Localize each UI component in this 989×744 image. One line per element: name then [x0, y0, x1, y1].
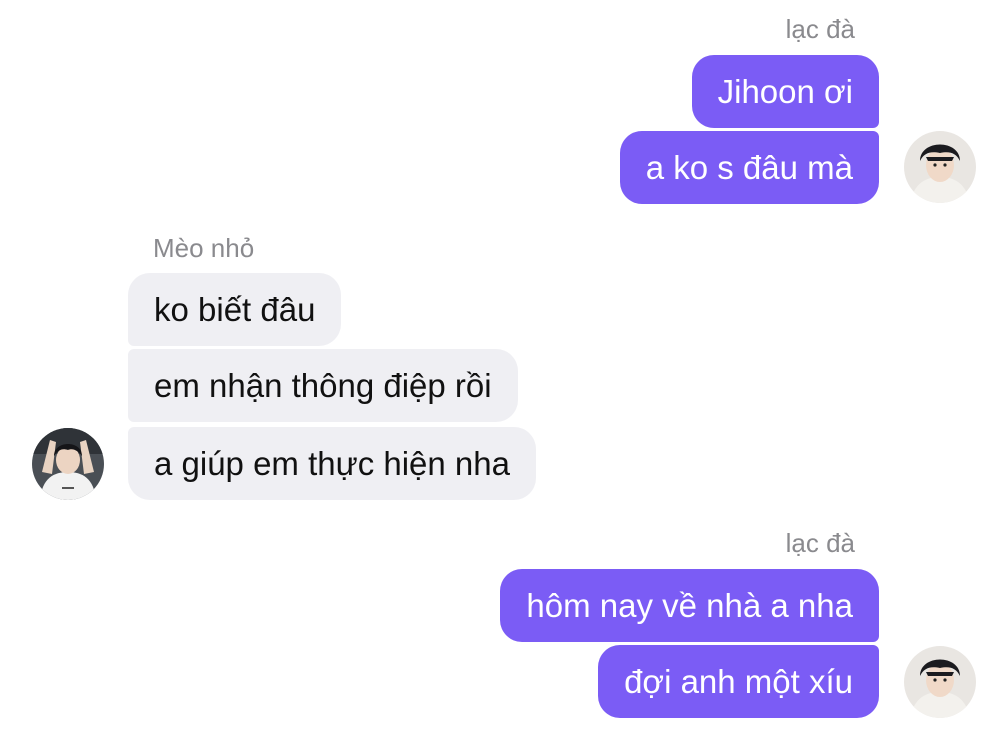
user-avatar-icon — [904, 646, 976, 718]
user-avatar-icon — [904, 131, 976, 203]
sender-name: lạc đà — [785, 14, 855, 44]
avatar[interactable] — [32, 428, 104, 500]
message-bubble[interactable]: đợi anh một xíu — [598, 645, 879, 718]
sender-name: lạc đà — [785, 528, 855, 558]
sender-name: Mèo nhỏ — [153, 233, 255, 263]
message-bubble[interactable]: ko biết đâu — [128, 273, 342, 346]
user-avatar-icon — [32, 428, 104, 500]
message-bubble[interactable]: a ko s đâu mà — [619, 131, 879, 204]
avatar[interactable] — [904, 646, 976, 718]
message-bubble[interactable]: Jihoon ơi — [691, 55, 879, 128]
message-bubble[interactable]: hôm nay về nhà a nha — [500, 569, 879, 642]
message-bubble[interactable]: em nhận thông điệp rồi — [128, 349, 518, 422]
message-bubble[interactable]: a giúp em thực hiện nha — [128, 427, 536, 500]
avatar[interactable] — [904, 131, 976, 203]
